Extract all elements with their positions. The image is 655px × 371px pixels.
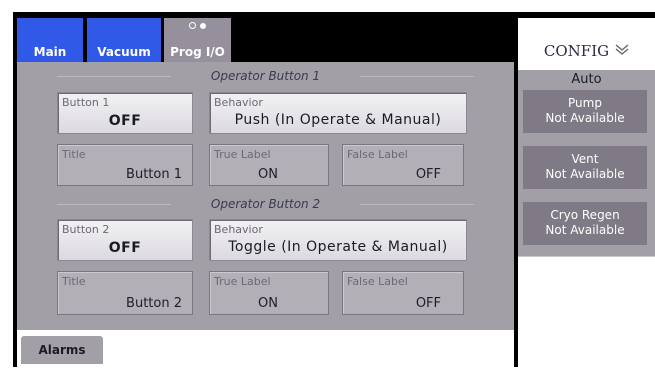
- false-label-caption: False Label: [347, 148, 408, 161]
- alarms-button[interactable]: Alarms: [21, 336, 103, 364]
- chevron-down-double-icon: [615, 44, 629, 60]
- false-label-value: OFF: [415, 296, 441, 311]
- false-label-value: OFF: [415, 167, 441, 182]
- button-1-state-button[interactable]: Button 1 OFF: [57, 92, 193, 134]
- item-status: Not Available: [545, 223, 625, 237]
- tab-vacuum-label: Vacuum: [97, 45, 151, 59]
- title-value: Button 1: [126, 167, 182, 182]
- config-menu-button[interactable]: CONFIG: [518, 18, 655, 66]
- behavior-caption: Behavior: [214, 96, 263, 109]
- item-status: Not Available: [545, 111, 625, 125]
- cryo-regen-item[interactable]: Cryo Regen Not Available: [523, 202, 647, 245]
- bottom-bar: Alarms: [17, 330, 514, 367]
- title-2-field[interactable]: Title Button 2: [57, 271, 193, 315]
- title-value: Button 2: [126, 296, 182, 311]
- behavior-1-select[interactable]: Behavior Push (In Operate & Manual): [209, 92, 467, 134]
- main-panel: Operator Button 1 Button 1 OFF Behavior …: [17, 62, 514, 330]
- false-label-1-field[interactable]: False Label OFF: [342, 144, 464, 186]
- tab-prog-io-label: Prog I/O: [170, 45, 225, 59]
- config-list: Auto Pump Not Available Vent Not Availab…: [518, 70, 655, 256]
- behavior-caption: Behavior: [214, 223, 263, 236]
- true-label-value: ON: [258, 167, 278, 182]
- true-label-caption: True Label: [214, 148, 271, 161]
- divider: [518, 256, 655, 257]
- false-label-2-field[interactable]: False Label OFF: [342, 271, 464, 315]
- false-label-caption: False Label: [347, 275, 408, 288]
- true-label-2-field[interactable]: True Label ON: [209, 271, 329, 315]
- button-caption: Button 2: [62, 223, 110, 236]
- true-label-1-field[interactable]: True Label ON: [209, 144, 329, 186]
- tab-main[interactable]: Main: [17, 18, 83, 62]
- button-state-value: OFF: [108, 113, 142, 129]
- behavior-value: Push (In Operate & Manual): [234, 112, 442, 128]
- title-caption: Title: [62, 275, 86, 288]
- title-caption: Title: [62, 148, 86, 161]
- true-label-caption: True Label: [214, 275, 271, 288]
- item-status: Not Available: [545, 167, 625, 181]
- tab-main-label: Main: [33, 45, 67, 59]
- section-title: Operator Button 2: [210, 197, 321, 211]
- mode-label: Auto: [571, 72, 602, 87]
- tab-vacuum[interactable]: Vacuum: [87, 18, 161, 62]
- item-name: Cryo Regen: [550, 208, 620, 222]
- item-name: Vent: [571, 152, 599, 166]
- button-2-state-button[interactable]: Button 2 OFF: [57, 219, 193, 261]
- true-label-value: ON: [258, 296, 278, 311]
- alarms-label: Alarms: [38, 343, 86, 357]
- config-panel: CONFIG Auto Pump Not Available Vent Not …: [518, 18, 655, 367]
- section-header-operator-button-1: Operator Button 1: [17, 68, 514, 84]
- config-title: CONFIG: [543, 42, 610, 60]
- button-state-value: OFF: [108, 240, 142, 256]
- device-screen: Main Vacuum Prog I/O Operator Button 1 B…: [13, 12, 655, 367]
- pump-item[interactable]: Pump Not Available: [523, 90, 647, 133]
- item-name: Pump: [568, 96, 602, 110]
- vent-item[interactable]: Vent Not Available: [523, 146, 647, 189]
- page-indicator-icon: [164, 22, 231, 31]
- title-1-field[interactable]: Title Button 1: [57, 144, 193, 186]
- button-caption: Button 1: [62, 96, 110, 109]
- section-title: Operator Button 1: [210, 69, 321, 83]
- behavior-2-select[interactable]: Behavior Toggle (In Operate & Manual): [209, 219, 467, 261]
- section-header-operator-button-2: Operator Button 2: [17, 196, 514, 212]
- behavior-value: Toggle (In Operate & Manual): [228, 239, 448, 255]
- tab-prog-io[interactable]: Prog I/O: [164, 18, 231, 62]
